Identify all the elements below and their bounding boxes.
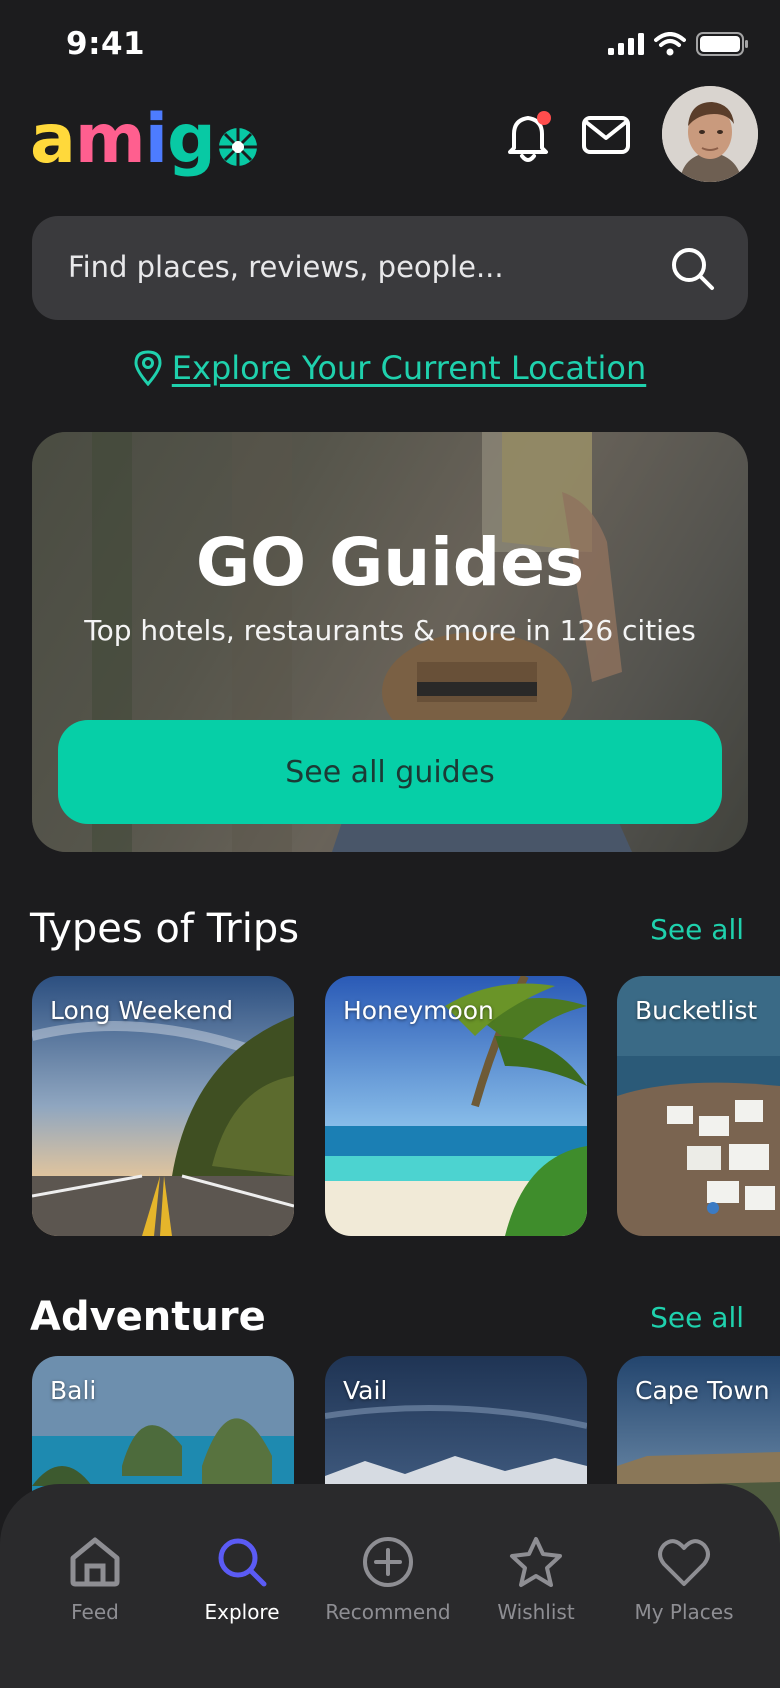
logo-letter-g: g (167, 100, 216, 179)
logo-letter-m: m (74, 100, 146, 179)
star-icon (510, 1537, 562, 1587)
heart-icon (658, 1539, 710, 1586)
avatar-photo (662, 86, 758, 182)
go-guides-banner: GO Guides Top hotels, restaurants & more… (32, 432, 748, 852)
wifi-icon (654, 32, 686, 56)
location-pin-icon (134, 350, 162, 386)
card-label: Vail (343, 1376, 388, 1405)
trip-card-honeymoon[interactable]: Honeymoon (325, 976, 587, 1236)
amigo-logo[interactable]: a m i g (30, 106, 259, 174)
tab-feed[interactable]: Feed (20, 1536, 170, 1624)
search-icon (218, 1538, 267, 1587)
mail-icon[interactable] (582, 116, 630, 154)
card-label: Bali (50, 1376, 97, 1405)
tab-label: My Places (634, 1600, 734, 1624)
see-all-guides-button[interactable]: See all guides (58, 720, 722, 824)
home-icon (70, 1537, 120, 1587)
plus-circle-icon (363, 1537, 413, 1587)
trip-card-bucketlist[interactable]: Bucketlist (617, 976, 780, 1236)
adventure-section-title: Adventure (30, 1294, 266, 1340)
user-avatar[interactable] (662, 86, 758, 182)
trips-see-all-link[interactable]: See all (650, 913, 744, 946)
search-input[interactable]: Find places, reviews, people... (68, 250, 504, 284)
card-label: Honeymoon (343, 996, 494, 1025)
explore-location-link[interactable]: Explore Your Current Location (172, 349, 646, 387)
trips-section-title: Types of Trips (30, 906, 300, 952)
adventure-see-all-link[interactable]: See all (650, 1301, 744, 1334)
header: a m i g (0, 86, 780, 196)
notification-bell-icon[interactable] (506, 110, 554, 164)
card-label: Long Weekend (50, 996, 234, 1025)
logo-letter-i: i (144, 100, 168, 179)
tab-label: Recommend (325, 1600, 451, 1624)
card-label: Bucketlist (635, 996, 758, 1025)
tab-wishlist[interactable]: Wishlist (461, 1536, 611, 1624)
banner-title: GO Guides (195, 524, 585, 601)
trip-card-long-weekend[interactable]: Long Weekend (32, 976, 294, 1236)
tab-recommend[interactable]: Recommend (313, 1536, 463, 1624)
tab-label: Explore (204, 1600, 280, 1624)
logo-letter-a: a (30, 100, 76, 179)
tab-label: Wishlist (497, 1600, 575, 1624)
search-icon[interactable] (670, 246, 716, 292)
tab-explore[interactable]: Explore (167, 1536, 317, 1624)
tab-label: Feed (71, 1600, 119, 1624)
tab-my-places[interactable]: My Places (609, 1536, 759, 1624)
status-icons (608, 32, 750, 56)
battery-icon (696, 32, 748, 56)
status-bar: 9:41 (0, 0, 780, 92)
status-time: 9:41 (66, 26, 146, 62)
logo-wheel-icon (218, 128, 257, 166)
banner-subtitle: Top hotels, restaurants & more in 126 ci… (84, 614, 696, 647)
bottom-tab-bar: Feed Explore Recommend Wishlist My Place… (0, 1484, 780, 1688)
cellular-signal-icon (608, 33, 644, 55)
explore-location[interactable]: Explore Your Current Location (0, 346, 780, 390)
search-bar[interactable]: Find places, reviews, people... (32, 216, 748, 320)
card-label: Cape Town (635, 1376, 770, 1405)
